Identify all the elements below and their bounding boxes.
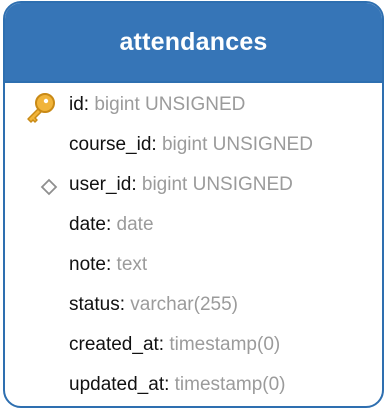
field-row-note[interactable]: note: text [5, 246, 382, 286]
field-name: status [69, 294, 120, 315]
table-card[interactable]: attendances id: bigint UNSIGNED course_i… [3, 1, 384, 408]
field-type: text [116, 254, 148, 275]
field-name: updated_at [69, 374, 165, 395]
field-separator: : [164, 374, 170, 395]
field-name: note [69, 254, 106, 275]
field-type: bigint UNSIGNED [161, 134, 313, 155]
field-row-user-id[interactable]: user_id: bigint UNSIGNED [5, 166, 382, 206]
field-type: timestamp(0) [174, 374, 286, 395]
field-row-created-at[interactable]: created_at: timestamp(0) [5, 326, 382, 366]
field-name: user_id [69, 174, 132, 195]
primary-key-icon [27, 93, 55, 123]
field-separator: : [105, 254, 112, 275]
field-separator: : [83, 94, 90, 115]
field-text: status: varchar(255) [69, 294, 238, 316]
field-text: created_at: timestamp(0) [69, 334, 280, 356]
field-text: id: bigint UNSIGNED [69, 94, 245, 116]
field-type: varchar(255) [130, 294, 238, 315]
field-type: bigint UNSIGNED [94, 94, 246, 115]
field-type: bigint UNSIGNED [141, 174, 293, 195]
field-separator: : [105, 214, 112, 235]
field-name: id [69, 94, 84, 115]
field-separator: : [131, 174, 137, 195]
field-text: user_id: bigint UNSIGNED [69, 174, 293, 196]
field-row-updated-at[interactable]: updated_at: timestamp(0) [5, 366, 382, 406]
field-row-status[interactable]: status: varchar(255) [5, 286, 382, 326]
foreign-key-diamond-icon [40, 178, 58, 196]
field-type: date [116, 214, 154, 235]
field-row-id[interactable]: id: bigint UNSIGNED [5, 86, 382, 126]
field-separator: : [119, 294, 125, 315]
field-row-course-id[interactable]: course_id: bigint UNSIGNED [5, 126, 382, 166]
table-header: attendances [5, 3, 382, 83]
field-text: course_id: bigint UNSIGNED [69, 134, 313, 156]
field-text: updated_at: timestamp(0) [69, 374, 286, 396]
field-text: date: date [69, 214, 154, 236]
field-row-date[interactable]: date: date [5, 206, 382, 246]
field-name: course_id [69, 134, 152, 155]
table-title: attendances [119, 27, 268, 56]
field-separator: : [151, 134, 157, 155]
field-type: timestamp(0) [169, 334, 281, 355]
field-name: date [69, 214, 106, 235]
field-name: created_at [69, 334, 159, 355]
field-text: note: text [69, 254, 147, 276]
field-separator: : [158, 334, 165, 355]
